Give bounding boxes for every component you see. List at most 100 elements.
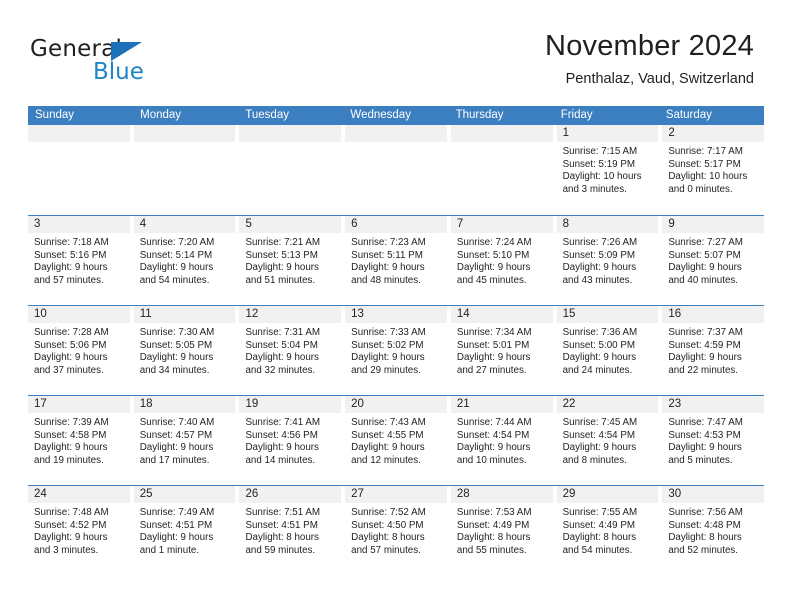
day-details: Sunrise: 7:49 AM Sunset: 4:51 PM Daylight:… xyxy=(134,503,236,557)
calendar-day-cell[interactable]: 13 Sunrise: 7:33 AM Sunset: 5:02 PM Dayligh… xyxy=(345,306,447,395)
sunrise-time: Sunrise: 7:18 AM xyxy=(34,237,109,248)
day-number-strip: 6 xyxy=(345,216,447,233)
daylight-duration-line2: and 51 minutes. xyxy=(245,274,316,286)
sunrise-time: Sunrise: 7:31 AM xyxy=(245,327,321,338)
sunset-time: Sunset: 5:09 PM xyxy=(562,249,636,261)
daylight-duration-line1: Daylight: 9 hours xyxy=(562,262,637,274)
sunset-time: Sunset: 4:48 PM xyxy=(668,519,741,531)
calendar-day-cell[interactable]: 11 Sunrise: 7:30 AM Sunset: 5:05 PM Dayligh… xyxy=(133,306,236,395)
day-details: Sunrise: 7:18 AM Sunset: 5:16 PM Daylight:… xyxy=(28,233,130,287)
daylight-duration-line2: and 59 minutes. xyxy=(245,544,316,556)
day-number: 24 xyxy=(34,488,47,500)
calendar-day-cell[interactable]: 23 Sunrise: 7:47 AM Sunset: 4:53 PM Dayligh… xyxy=(662,396,765,485)
calendar-day-cell[interactable]: 14 Sunrise: 7:34 AM Sunset: 5:01 PM Dayligh… xyxy=(450,306,553,395)
day-number: 19 xyxy=(245,398,259,410)
daylight-duration-line2: and 17 minutes. xyxy=(139,454,210,466)
day-number-strip xyxy=(450,125,553,142)
day-details: Sunrise: 7:53 AM Sunset: 4:49 PM Daylight:… xyxy=(451,503,553,557)
calendar-day-cell[interactable]: 15 Sunrise: 7:36 AM Sunset: 5:00 PM Dayligh… xyxy=(556,306,659,395)
calendar-day-cell[interactable]: 7 Sunrise: 7:24 AM Sunset: 5:10 PM Daylight… xyxy=(450,216,553,305)
calendar-day-cell[interactable]: 22 Sunrise: 7:45 AM Sunset: 4:54 PM Dayligh… xyxy=(556,396,659,485)
calendar-day-cell[interactable]: 25 Sunrise: 7:49 AM Sunset: 4:51 PM Dayligh… xyxy=(133,486,236,575)
day-number-strip: 24 xyxy=(28,486,130,503)
daylight-duration-line1: Daylight: 10 hours xyxy=(668,171,748,183)
day-number-strip: 29 xyxy=(556,486,659,503)
day-number: 8 xyxy=(562,218,569,230)
calendar-grid: Sunday Monday Tuesday Wednesday Thursday… xyxy=(28,106,765,575)
daylight-duration-line2: and 12 minutes. xyxy=(351,454,421,466)
calendar-day-cell[interactable]: 24 Sunrise: 7:48 AM Sunset: 4:52 PM Dayligh… xyxy=(28,486,130,575)
calendar-day-cell[interactable]: 8 Sunrise: 7:26 AM Sunset: 5:09 PM Daylight… xyxy=(556,216,659,305)
day-number-strip: 16 xyxy=(662,306,765,323)
day-number: 12 xyxy=(245,308,259,320)
sunrise-time: Sunrise: 7:47 AM xyxy=(668,417,743,428)
day-number-strip: 12 xyxy=(239,306,342,323)
sunset-time: Sunset: 5:10 PM xyxy=(456,249,530,261)
day-details: Sunrise: 7:28 AM Sunset: 5:06 PM Daylight:… xyxy=(28,323,130,377)
calendar-day-cell[interactable]: 21 Sunrise: 7:44 AM Sunset: 4:54 PM Dayligh… xyxy=(450,396,553,485)
daylight-duration-line1: Daylight: 9 hours xyxy=(34,442,108,454)
calendar-day-cell[interactable]: 2 Sunrise: 7:17 AM Sunset: 5:17 PM Daylight… xyxy=(662,125,765,215)
calendar-day-cell[interactable]: 1 Sunrise: 7:15 AM Sunset: 5:19 PM Daylight… xyxy=(556,125,659,215)
calendar-day-cell[interactable]: 29 Sunrise: 7:55 AM Sunset: 4:49 PM Dayligh… xyxy=(556,486,659,575)
day-number: 27 xyxy=(351,488,364,500)
sunrise-time: Sunrise: 7:30 AM xyxy=(139,327,215,338)
day-details: Sunrise: 7:34 AM Sunset: 5:01 PM Daylight:… xyxy=(451,323,553,377)
day-number: 11 xyxy=(139,308,152,320)
page-title: November 2024 xyxy=(545,30,754,62)
day-number-strip: 15 xyxy=(556,306,659,323)
daylight-duration-line2: and 34 minutes. xyxy=(139,364,210,376)
day-details: Sunrise: 7:27 AM Sunset: 5:07 PM Daylight:… xyxy=(662,233,764,287)
sunrise-time: Sunrise: 7:17 AM xyxy=(668,146,743,157)
page-subtitle: Penthalaz, Vaud, Switzerland xyxy=(565,71,754,87)
daylight-duration-line2: and 29 minutes. xyxy=(351,364,421,376)
day-number-strip: 4 xyxy=(133,216,236,233)
day-number-strip: 5 xyxy=(239,216,342,233)
day-number-strip xyxy=(239,125,342,142)
calendar-day-cell-empty xyxy=(450,125,553,215)
weekday-saturday: Saturday xyxy=(665,109,712,121)
calendar-day-cell[interactable]: 16 Sunrise: 7:37 AM Sunset: 4:59 PM Dayligh… xyxy=(662,306,765,395)
weekday-sunday: Sunday xyxy=(35,109,75,121)
calendar-day-cell[interactable]: 17 Sunrise: 7:39 AM Sunset: 4:58 PM Dayligh… xyxy=(28,396,130,485)
calendar-day-cell[interactable]: 6 Sunrise: 7:23 AM Sunset: 5:11 PM Daylight… xyxy=(345,216,447,305)
daylight-duration-line1: Daylight: 9 hours xyxy=(139,532,214,544)
daylight-duration-line2: and 54 minutes. xyxy=(139,274,210,286)
calendar-day-cell[interactable]: 12 Sunrise: 7:31 AM Sunset: 5:04 PM Dayligh… xyxy=(239,306,342,395)
sunset-time: Sunset: 4:49 PM xyxy=(562,519,636,531)
day-number-strip xyxy=(133,125,236,142)
calendar-day-cell-empty xyxy=(133,125,236,215)
calendar-day-cell-empty xyxy=(345,125,447,215)
calendar-day-cell[interactable]: 30 Sunrise: 7:56 AM Sunset: 4:48 PM Dayligh… xyxy=(662,486,765,575)
day-number-strip: 21 xyxy=(450,396,553,413)
daylight-duration-line1: Daylight: 9 hours xyxy=(562,352,637,364)
sunset-time: Sunset: 5:17 PM xyxy=(668,158,741,170)
daylight-duration-line2: and 22 minutes. xyxy=(668,364,739,376)
calendar-day-cell[interactable]: 26 Sunrise: 7:51 AM Sunset: 4:51 PM Dayligh… xyxy=(239,486,342,575)
calendar-day-cell[interactable]: 27 Sunrise: 7:52 AM Sunset: 4:50 PM Dayligh… xyxy=(345,486,447,575)
sunset-time: Sunset: 4:52 PM xyxy=(34,519,107,531)
sunset-time: Sunset: 4:59 PM xyxy=(668,339,741,351)
daylight-duration-line2: and 52 minutes. xyxy=(668,544,739,556)
day-number: 2 xyxy=(668,127,675,139)
logo-text-blue: Blue xyxy=(93,59,144,85)
calendar-day-cell[interactable]: 19 Sunrise: 7:41 AM Sunset: 4:56 PM Dayligh… xyxy=(239,396,342,485)
daylight-duration-line1: Daylight: 9 hours xyxy=(668,442,742,454)
calendar-day-cell[interactable]: 5 Sunrise: 7:21 AM Sunset: 5:13 PM Daylight… xyxy=(239,216,342,305)
calendar-day-cell[interactable]: 10 Sunrise: 7:28 AM Sunset: 5:06 PM Dayligh… xyxy=(28,306,130,395)
day-number-strip: 28 xyxy=(450,486,553,503)
calendar-day-cell[interactable]: 28 Sunrise: 7:53 AM Sunset: 4:49 PM Dayligh… xyxy=(450,486,553,575)
daylight-duration-line1: Daylight: 9 hours xyxy=(456,262,531,274)
day-number: 21 xyxy=(456,398,470,410)
calendar-day-cell[interactable]: 4 Sunrise: 7:20 AM Sunset: 5:14 PM Daylight… xyxy=(133,216,236,305)
day-details: Sunrise: 7:39 AM Sunset: 4:58 PM Daylight:… xyxy=(28,413,130,467)
calendar-day-cell[interactable]: 18 Sunrise: 7:40 AM Sunset: 4:57 PM Dayligh… xyxy=(133,396,236,485)
sunrise-time: Sunrise: 7:33 AM xyxy=(351,327,426,338)
calendar-day-cell[interactable]: 20 Sunrise: 7:43 AM Sunset: 4:55 PM Dayligh… xyxy=(345,396,447,485)
day-number-strip: 8 xyxy=(556,216,659,233)
daylight-duration-line1: Daylight: 9 hours xyxy=(34,532,108,544)
calendar-day-cell[interactable]: 9 Sunrise: 7:27 AM Sunset: 5:07 PM Daylight… xyxy=(662,216,765,305)
calendar-day-cell[interactable]: 3 Sunrise: 7:18 AM Sunset: 5:16 PM Daylight… xyxy=(28,216,130,305)
title-block: November 2024 Penthalaz, Vaud, Switzerla… xyxy=(545,28,754,90)
daylight-duration-line1: Daylight: 9 hours xyxy=(456,442,531,454)
